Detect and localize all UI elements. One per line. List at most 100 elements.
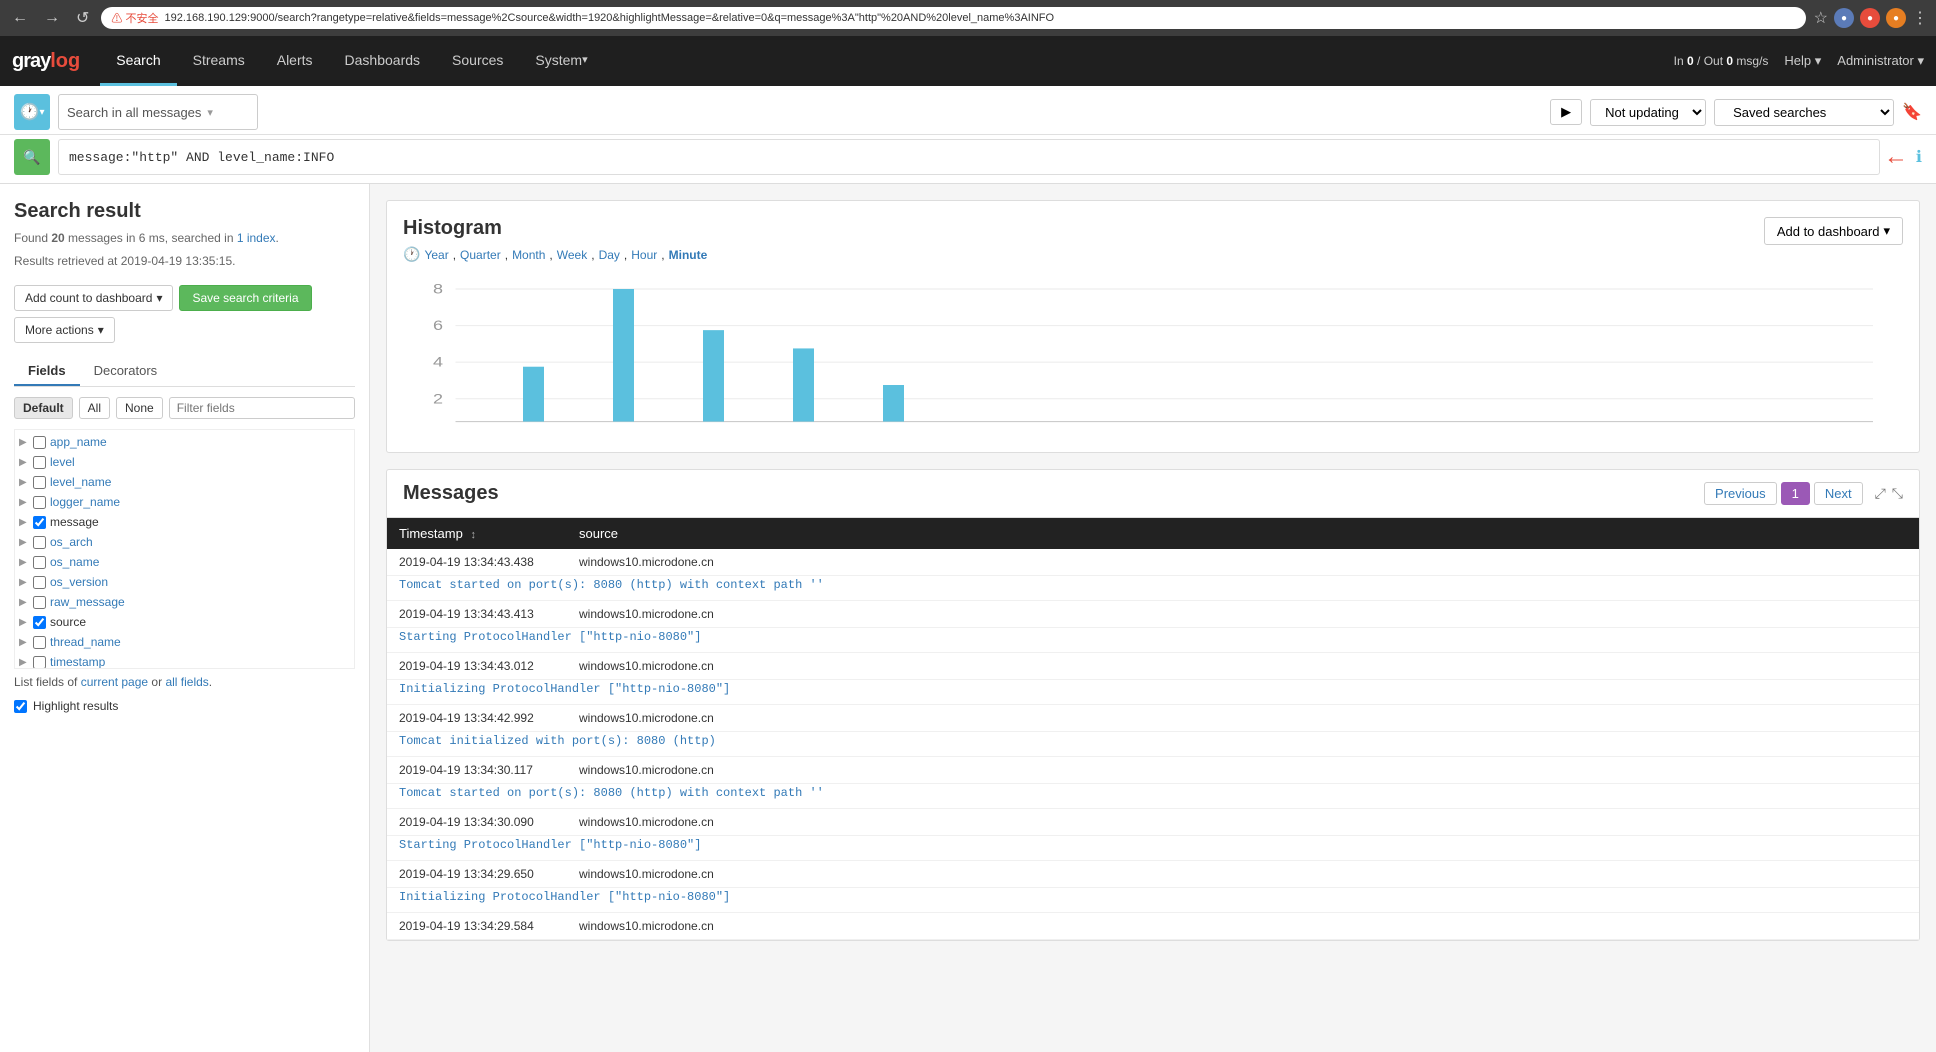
admin-link[interactable]: Administrator ▾ [1837,53,1924,69]
histogram-title: Histogram [403,217,707,240]
updating-dropdown[interactable]: Not updating [1590,99,1706,126]
field-checkbox-app-name[interactable] [33,436,46,449]
field-os-version[interactable]: ▶ os_version [17,572,352,592]
field-source[interactable]: ▶ source [17,612,352,632]
saved-searches-dropdown[interactable]: Saved searches [1714,99,1894,126]
time-day[interactable]: Day [599,248,620,262]
field-logger-name[interactable]: ▶ logger_name [17,492,352,512]
expand-icons: ⤢ ⤡ [1875,485,1903,502]
index-link[interactable]: 1 index [237,231,276,245]
time-month[interactable]: Month [512,248,545,262]
help-link[interactable]: Help ▾ [1784,53,1821,69]
tab-decorators[interactable]: Decorators [80,357,172,386]
time-minute[interactable]: Minute [669,248,708,262]
field-checkbox-message[interactable] [33,516,46,529]
reload-button[interactable]: ↺ [72,6,93,30]
more-actions-button[interactable]: More actions ▾ [14,317,115,343]
msg-timestamp-1: 2019-04-19 13:34:43.438 [387,549,567,576]
search-execute-button[interactable]: 🔍 [14,139,50,175]
msg-text-6[interactable]: Starting ProtocolHandler ["http-nio-8080… [387,836,1919,861]
prev-page-button[interactable]: Previous [1704,482,1777,505]
back-button[interactable]: ← [8,7,32,29]
field-checkbox-os-name[interactable] [33,556,46,569]
field-level[interactable]: ▶ level [17,452,352,472]
highlight-checkbox[interactable] [14,700,27,713]
sort-icon[interactable]: ↕ [470,529,476,541]
menu-icon[interactable]: ⋮ [1912,8,1928,28]
field-checkbox-raw-message[interactable] [33,596,46,609]
field-timestamp[interactable]: ▶ timestamp [17,652,352,669]
msg-text-4[interactable]: Tomcat initialized with port(s): 8080 (h… [387,732,1919,757]
msg-timestamp-6: 2019-04-19 13:34:30.090 [387,809,567,836]
field-label-raw-message: raw_message [50,595,125,609]
table-row: 2019-04-19 13:34:30.117 windows10.microd… [387,757,1919,784]
nav-dashboards[interactable]: Dashboards [329,36,437,86]
field-level-name[interactable]: ▶ level_name [17,472,352,492]
field-raw-message[interactable]: ▶ raw_message [17,592,352,612]
expand-icon: ▶ [19,457,29,468]
play-button[interactable]: ▶ [1550,99,1582,125]
search-type-label: Search in all messages [67,105,201,120]
field-os-name[interactable]: ▶ os_name [17,552,352,572]
message-count: 20 [51,231,64,245]
add-to-dashboard-button[interactable]: Add to dashboard ▾ [1764,217,1903,245]
all-fields-link[interactable]: all fields [165,675,208,689]
msg-text-2[interactable]: Starting ProtocolHandler ["http-nio-8080… [387,628,1919,653]
more-actions-caret-icon: ▾ [98,323,104,337]
field-checkbox-logger-name[interactable] [33,496,46,509]
more-actions-label: More actions [25,323,94,337]
field-checkbox-os-arch[interactable] [33,536,46,549]
table-header: Timestamp ↕ source [387,518,1919,549]
time-year[interactable]: Year [424,248,448,262]
msg-text-1[interactable]: Tomcat started on port(s): 8080 (http) w… [387,576,1919,601]
field-thread-name[interactable]: ▶ thread_name [17,632,352,652]
field-checkbox-thread-name[interactable] [33,636,46,649]
search-type-button[interactable]: 🕐 ▾ [14,94,50,130]
msg-timestamp-2: 2019-04-19 13:34:43.413 [387,601,567,628]
field-checkbox-source[interactable] [33,616,46,629]
filter-all-button[interactable]: All [79,397,110,419]
address-bar[interactable]: ⚠ 不安全 192.168.190.129:9000/search?ranget… [101,7,1805,29]
msg-timestamp-4: 2019-04-19 13:34:42.992 [387,705,567,732]
msg-text-5[interactable]: Tomcat started on port(s): 8080 (http) w… [387,784,1919,809]
add-count-to-dashboard-button[interactable]: Add count to dashboard ▾ [14,285,173,311]
time-week[interactable]: Week [557,248,587,262]
msg-text-7[interactable]: Initializing ProtocolHandler ["http-nio-… [387,888,1919,913]
nav-streams[interactable]: Streams [177,36,261,86]
filter-default-button[interactable]: Default [14,397,73,419]
bookmark-star-icon[interactable]: ☆ [1814,8,1828,28]
forward-button[interactable]: → [40,7,64,29]
field-label-app-name: app_name [50,435,107,449]
page-1-button[interactable]: 1 [1781,482,1810,505]
field-checkbox-level-name[interactable] [33,476,46,489]
save-search-criteria-button[interactable]: Save search criteria [179,285,311,311]
nav-search[interactable]: Search [100,36,176,86]
next-page-button[interactable]: Next [1814,482,1863,505]
time-hour[interactable]: Hour [631,248,657,262]
field-checkbox-level[interactable] [33,456,46,469]
nav-system[interactable]: System [519,36,603,86]
field-app-name[interactable]: ▶ app_name [17,432,352,452]
table-row-msg: Tomcat initialized with port(s): 8080 (h… [387,732,1919,757]
nav-alerts[interactable]: Alerts [261,36,329,86]
search-query-input[interactable] [58,139,1880,175]
search-type-dropdown[interactable]: Search in all messages ▾ [58,94,258,130]
expand-icon-2[interactable]: ⤡ [1892,485,1903,502]
time-quarter[interactable]: Quarter [460,248,501,262]
dropdown-caret-icon: ▾ [156,291,162,305]
filter-fields-input[interactable] [169,397,355,419]
field-message[interactable]: ▶ message [17,512,352,532]
tab-fields[interactable]: Fields [14,357,80,386]
field-os-arch[interactable]: ▶ os_arch [17,532,352,552]
current-page-link[interactable]: current page [81,675,148,689]
field-checkbox-os-version[interactable] [33,576,46,589]
expand-icon-1[interactable]: ⤢ [1875,485,1886,502]
messages-section: Messages Previous 1 Next ⤢ ⤡ Timestamp [386,469,1920,941]
expand-icon: ▶ [19,657,29,668]
filter-none-button[interactable]: None [116,397,163,419]
msg-text-3[interactable]: Initializing ProtocolHandler ["http-nio-… [387,680,1919,705]
table-body: 2019-04-19 13:34:43.438 windows10.microd… [387,549,1919,940]
nav-sources[interactable]: Sources [436,36,519,86]
field-checkbox-timestamp[interactable] [33,656,46,669]
search-type-dropdown-arrow: ▾ [39,107,44,118]
